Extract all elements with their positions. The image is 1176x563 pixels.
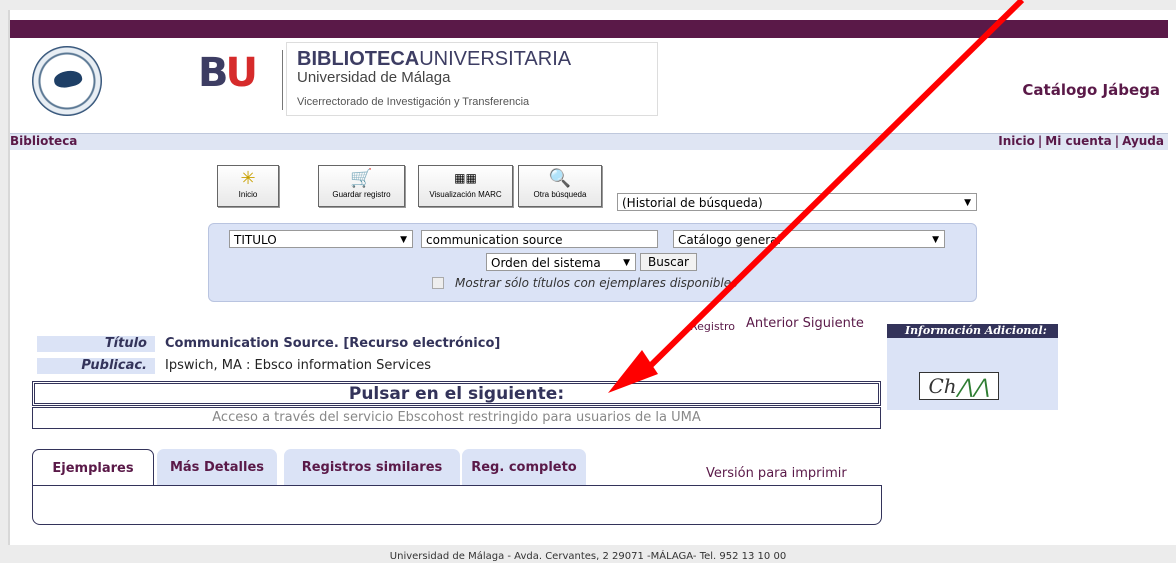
annotation-arrow-head xyxy=(608,350,658,393)
annotation-arrow xyxy=(608,0,1025,393)
annotation-arrow-shaft xyxy=(637,0,1025,379)
